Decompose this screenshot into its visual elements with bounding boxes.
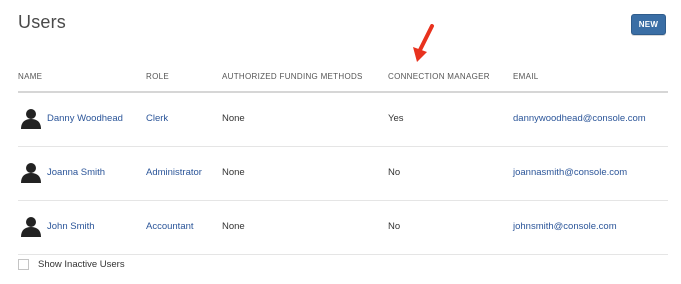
user-role-link[interactable]: Administrator (146, 167, 202, 178)
show-inactive-checkbox[interactable] (18, 259, 29, 270)
connection-manager-value: No (388, 167, 401, 178)
user-avatar-icon (21, 163, 41, 183)
table-row: Joanna Smith Administrator None No joann… (18, 147, 668, 201)
red-arrow-icon (413, 24, 434, 62)
funding-methods-value: None (222, 113, 245, 124)
connection-manager-value: No (388, 221, 401, 232)
user-role-link[interactable]: Accountant (146, 221, 194, 232)
new-user-button[interactable]: NEW (631, 14, 666, 35)
column-header-role[interactable]: ROLE (146, 72, 169, 81)
user-email-link[interactable]: dannywoodhead@console.com (513, 113, 646, 124)
user-email-link[interactable]: johnsmith@console.com (513, 221, 617, 232)
column-header-connection-manager[interactable]: CONNECTION MANAGER (388, 72, 490, 81)
page-title: Users (18, 12, 67, 32)
funding-methods-value: None (222, 221, 245, 232)
user-name-link[interactable]: Danny Woodhead (47, 113, 123, 124)
user-role-link[interactable]: Clerk (146, 113, 168, 124)
funding-methods-value: None (222, 167, 245, 178)
table-header: NAME ROLE AUTHORIZED FUNDING METHODS CON… (18, 60, 668, 93)
table-row: John Smith Accountant None No johnsmith@… (18, 201, 668, 255)
column-header-name[interactable]: NAME (18, 72, 42, 81)
users-table: NAME ROLE AUTHORIZED FUNDING METHODS CON… (18, 60, 668, 255)
user-name-link[interactable]: Joanna Smith (47, 167, 105, 178)
column-header-email[interactable]: EMAIL (513, 72, 539, 81)
column-header-funding-methods[interactable]: AUTHORIZED FUNDING METHODS (222, 72, 363, 81)
user-avatar-icon (21, 217, 41, 237)
show-inactive-users-toggle[interactable]: Show Inactive Users (18, 259, 125, 270)
show-inactive-label: Show Inactive Users (38, 259, 125, 270)
user-email-link[interactable]: joannasmith@console.com (513, 167, 627, 178)
user-name-link[interactable]: John Smith (47, 221, 95, 232)
user-avatar-icon (21, 109, 41, 129)
table-row: Danny Woodhead Clerk None Yes dannywoodh… (18, 93, 668, 147)
connection-manager-value: Yes (388, 113, 404, 124)
